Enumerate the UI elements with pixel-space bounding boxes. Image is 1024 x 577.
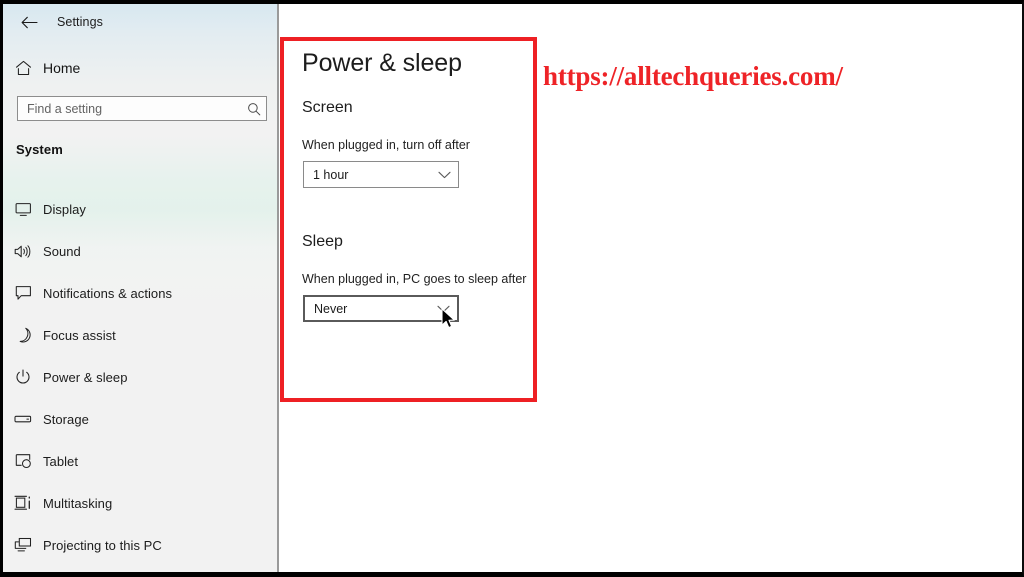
sidebar-item-shared-experiences[interactable]: Shared experiences xyxy=(3,566,277,572)
sidebar-item-storage[interactable]: Storage xyxy=(3,398,277,440)
multitasking-icon xyxy=(3,495,43,511)
sidebar-item-label: Power & sleep xyxy=(43,369,128,385)
sidebar-item-label: Multitasking xyxy=(43,495,113,511)
sleep-timeout-value: Never xyxy=(314,301,348,316)
sidebar-item-display[interactable]: Display xyxy=(3,188,277,230)
chevron-down-icon xyxy=(429,305,457,313)
screen-field-label: When plugged in, turn off after xyxy=(302,138,470,152)
sleep-field-label: When plugged in, PC goes to sleep after xyxy=(302,272,527,286)
power-icon xyxy=(3,369,43,385)
screen-timeout-value: 1 hour xyxy=(313,167,349,182)
window-title: Settings xyxy=(57,15,103,29)
sidebar-item-power-and-sleep[interactable]: Power & sleep xyxy=(3,356,277,398)
home-icon xyxy=(3,60,43,76)
sidebar-item-multitasking[interactable]: Multitasking xyxy=(3,482,277,524)
sidebar-item-label: Projecting to this PC xyxy=(43,537,162,553)
sidebar-item-notifications[interactable]: Notifications & actions xyxy=(3,272,277,314)
page-title: Power & sleep xyxy=(302,49,462,77)
sidebar-item-label: Tablet xyxy=(43,453,78,469)
search-icon[interactable] xyxy=(242,102,266,116)
sidebar-section-heading: System xyxy=(16,142,63,157)
sidebar-item-label: Notifications & actions xyxy=(43,285,173,301)
chat-bubble-icon xyxy=(3,285,43,301)
screen-frame: Settings Home System xyxy=(0,0,1024,577)
drive-icon xyxy=(3,414,43,424)
sidebar-item-home[interactable]: Home xyxy=(3,53,277,83)
sidebar-nav-list: Display Sound Notifications & actions Fo… xyxy=(3,188,277,572)
settings-window: Settings Home System xyxy=(3,4,277,572)
speaker-icon xyxy=(3,244,43,259)
titlebar: Settings xyxy=(3,4,277,40)
projecting-icon xyxy=(3,537,43,553)
sidebar-item-focus-assist[interactable]: Focus assist xyxy=(3,314,277,356)
sidebar-item-label: Display xyxy=(43,201,86,217)
sidebar-item-label: Sound xyxy=(43,243,81,259)
back-arrow-icon xyxy=(21,16,38,28)
watermark-url: https://alltechqueries.com/ xyxy=(543,61,843,91)
sleep-section-heading: Sleep xyxy=(302,233,343,250)
sleep-timeout-dropdown[interactable]: Never xyxy=(303,295,459,322)
moon-icon xyxy=(3,327,43,343)
screen-section-heading: Screen xyxy=(302,99,353,116)
search-box[interactable] xyxy=(17,96,267,121)
sidebar-item-tablet[interactable]: Tablet xyxy=(3,440,277,482)
sidebar-item-label-home: Home xyxy=(43,60,81,76)
chevron-down-icon xyxy=(430,171,458,179)
search-input[interactable] xyxy=(18,97,242,120)
tablet-icon xyxy=(3,453,43,469)
sidebar-item-label: Storage xyxy=(43,411,89,427)
sidebar-item-sound[interactable]: Sound xyxy=(3,230,277,272)
sidebar-item-projecting-to-this-pc[interactable]: Projecting to this PC xyxy=(3,524,277,566)
back-button[interactable] xyxy=(7,7,51,37)
screen-timeout-dropdown[interactable]: 1 hour xyxy=(303,161,459,188)
monitor-icon xyxy=(3,202,43,217)
sidebar-item-label: Focus assist xyxy=(43,327,116,343)
